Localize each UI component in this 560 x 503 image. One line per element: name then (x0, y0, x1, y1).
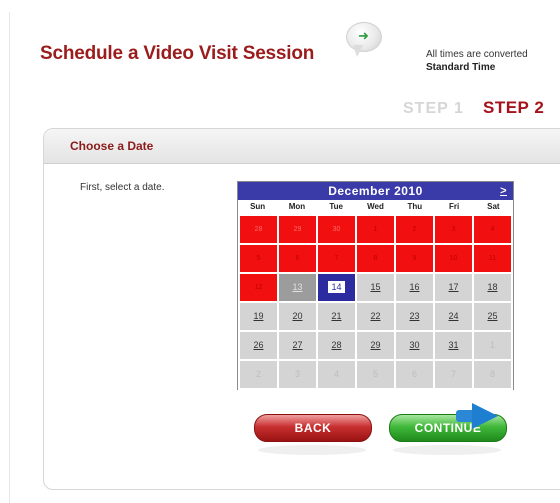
calendar-day[interactable]: 24 (435, 303, 472, 330)
calendar-day: 7 (435, 361, 472, 388)
calendar-day[interactable]: 19 (240, 303, 277, 330)
page-title: Schedule a Video Visit Session (40, 43, 315, 64)
calendar-day: 4 (318, 361, 355, 388)
calendar-day[interactable]: 25 (474, 303, 511, 330)
calendar-day: 5 (240, 245, 277, 272)
day-of-week-thu: Thu (407, 202, 423, 211)
panel-title: Choose a Date (70, 139, 154, 153)
timezone-note: All times are converted Standard Time (426, 48, 560, 74)
day-of-week-sun: Sun (250, 202, 266, 211)
selected-day-label: 14 (328, 281, 345, 293)
calendar-day: 5 (357, 361, 394, 388)
calendar-day[interactable]: 16 (396, 274, 433, 301)
calendar-day[interactable]: 15 (357, 274, 394, 301)
timezone-note-line1: All times are converted (426, 49, 528, 60)
bubble-tail (353, 45, 363, 57)
day-of-week-mon: Mon (288, 202, 306, 211)
calendar-day: 2 (396, 216, 433, 243)
calendar-day: 3 (435, 216, 472, 243)
calendar-day: 10 (435, 245, 472, 272)
day-of-week-sat: Sat (487, 202, 500, 211)
calendar-day: 4 (474, 216, 511, 243)
calendar-day: 3 (279, 361, 316, 388)
calendar-grid: 28 29 30 1 2 3 4 5 6 7 8 9 10 11 12 13 14 15 16 17 18 19 20 21 2… (238, 214, 513, 390)
calendar-day: 1 (474, 332, 511, 359)
calendar-day[interactable]: 18 (474, 274, 511, 301)
step-indicator: STEP 1 STEP 2 (403, 98, 544, 118)
calendar-day[interactable]: 30 (396, 332, 433, 359)
calendar-day[interactable]: 29 (357, 332, 394, 359)
calendar-day[interactable]: 22 (357, 303, 394, 330)
back-button[interactable]: BACK (254, 414, 372, 442)
calendar-day: 11 (474, 245, 511, 272)
calendar-day: 2 (240, 361, 277, 388)
instruction-text: First, select a date. (80, 182, 165, 193)
days-of-week-row: Sun Mon Tue Wed Thu Fri Sat (238, 200, 513, 214)
calendar-day: 12 (240, 274, 277, 301)
calendar-day[interactable]: 20 (279, 303, 316, 330)
page: Schedule a Video Visit Session ➜ All tim… (0, 0, 560, 503)
day-of-week-fri: Fri (448, 202, 460, 211)
chat-bubble-arrow-icon: ➜ (346, 22, 382, 57)
calendar-day: 30 (318, 216, 355, 243)
calendar-day[interactable]: 17 (435, 274, 472, 301)
calendar-day[interactable]: 26 (240, 332, 277, 359)
day-of-week-wed: Wed (367, 202, 384, 211)
date-panel: Choose a Date First, select a date. Dece… (43, 128, 560, 490)
bubble-arrow-glyph: ➜ (358, 28, 369, 43)
calendar-day: 1 (357, 216, 394, 243)
back-button-shadow (258, 445, 366, 455)
calendar-day[interactable]: 21 (318, 303, 355, 330)
calendar-day: 9 (396, 245, 433, 272)
step-2-label: STEP 2 (483, 98, 545, 117)
calendar-day: 29 (279, 216, 316, 243)
step-1-label: STEP 1 (403, 100, 464, 117)
calendar-day: 13 (279, 274, 316, 301)
timezone-note-line2: Standard Time (426, 62, 496, 73)
day-of-week-tue: Tue (329, 202, 344, 211)
next-month-link[interactable]: > (500, 182, 507, 200)
calendar-day: 6 (279, 245, 316, 272)
calendar-day: 6 (396, 361, 433, 388)
calendar-day: 28 (240, 216, 277, 243)
calendar-day: 8 (357, 245, 394, 272)
calendar-header: December 2010 > (238, 182, 513, 200)
continue-button[interactable]: CONTINUE (389, 403, 507, 442)
arrow-right-icon (472, 403, 498, 429)
calendar-day: 8 (474, 361, 511, 388)
continue-button-shadow (393, 445, 501, 455)
calendar-day[interactable]: 28 (318, 332, 355, 359)
calendar-month-label: December 2010 (328, 184, 423, 198)
calendar-day: 7 (318, 245, 355, 272)
calendar-day[interactable]: 23 (396, 303, 433, 330)
left-divider (9, 12, 10, 503)
calendar-day[interactable]: 27 (279, 332, 316, 359)
calendar: December 2010 > Sun Mon Tue Wed Thu Fri Sat 28… (237, 181, 514, 390)
calendar-day[interactable]: 31 (435, 332, 472, 359)
calendar-day[interactable]: 14 (318, 274, 355, 301)
